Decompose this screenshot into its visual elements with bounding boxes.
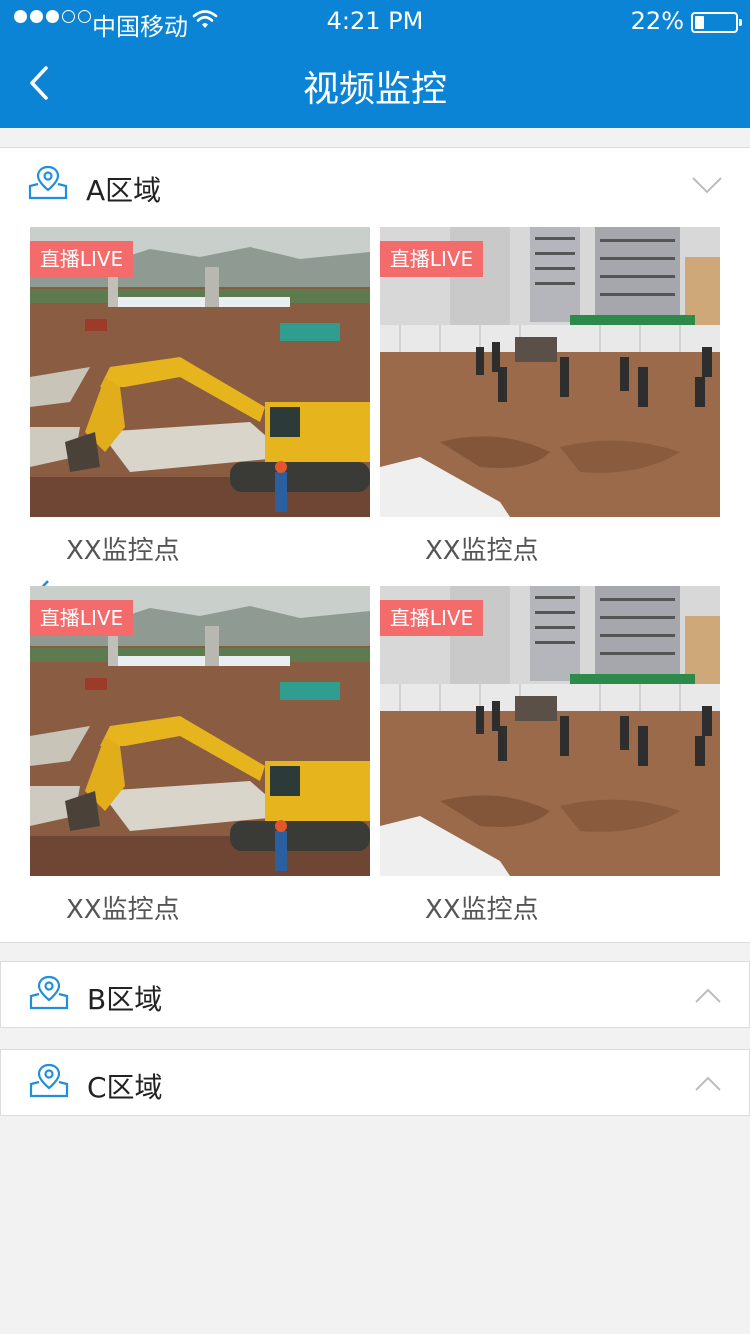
- location-pin-icon: [29, 1062, 69, 1102]
- battery-icon: [691, 12, 742, 33]
- live-badge: 直播LIVE: [30, 600, 133, 636]
- live-badge: 直播LIVE: [30, 241, 133, 277]
- region-c-section[interactable]: C区域: [0, 1049, 750, 1116]
- region-b-section[interactable]: B区域: [0, 961, 750, 1028]
- live-badge: 直播LIVE: [380, 600, 483, 636]
- page-title: 视频监控: [302, 69, 447, 110]
- camera-tile[interactable]: 直播LIVE: [380, 586, 720, 876]
- battery-tip: [739, 19, 742, 26]
- status-bar: 中国移动 4:21 PM 22%: [0, 0, 750, 44]
- battery-fill: [695, 16, 704, 29]
- chevron-down-icon[interactable]: [692, 176, 722, 198]
- region-a-section: A区域 直播LIVE 直播LIVE XX监控点 XX监控点 直播LIVE 直播L…: [0, 147, 750, 943]
- location-pin-icon: [29, 974, 69, 1014]
- region-a-header[interactable]: A区域: [0, 148, 750, 226]
- camera-caption: XX监控点: [66, 895, 180, 925]
- chevron-up-icon[interactable]: [695, 1076, 721, 1096]
- battery-percent: 22%: [630, 7, 684, 35]
- camera-caption: XX监控点: [425, 536, 539, 566]
- camera-tile[interactable]: 直播LIVE: [380, 227, 720, 517]
- navigation-bar: 中国移动 4:21 PM 22% 视频监控: [0, 0, 750, 128]
- camera-caption: XX监控点: [425, 895, 539, 925]
- region-name: B区域: [87, 983, 163, 1016]
- region-name: C区域: [87, 1071, 163, 1104]
- camera-tile[interactable]: 直播LIVE: [30, 586, 370, 876]
- camera-caption: XX监控点: [66, 536, 180, 566]
- location-pin-icon: [28, 164, 68, 204]
- live-badge: 直播LIVE: [380, 241, 483, 277]
- region-name: A区域: [86, 174, 162, 207]
- camera-tile[interactable]: 直播LIVE: [30, 227, 370, 517]
- chevron-up-icon[interactable]: [695, 988, 721, 1008]
